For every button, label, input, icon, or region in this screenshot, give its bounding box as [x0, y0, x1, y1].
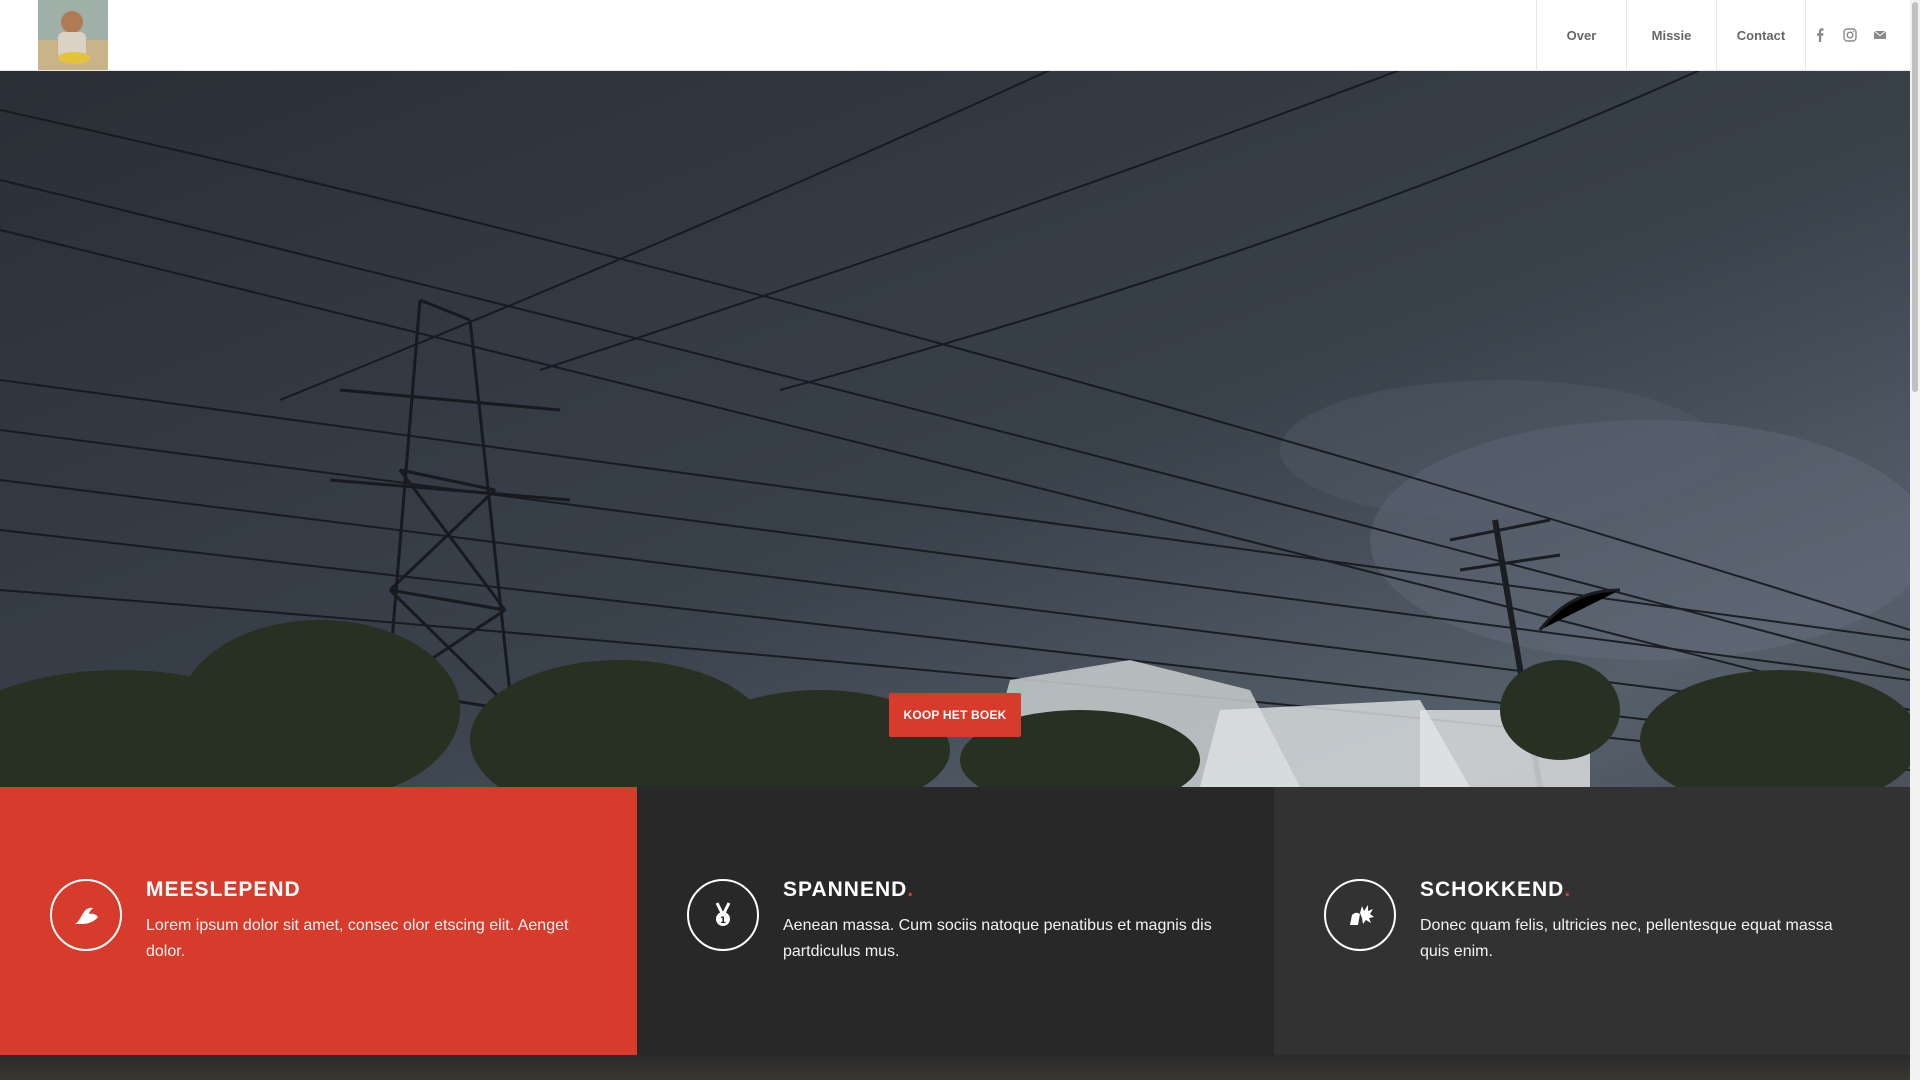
feature-title: SCHOKKEND.: [1420, 878, 1572, 901]
facebook-icon[interactable]: [1810, 25, 1830, 45]
logo-image: [38, 0, 108, 70]
feature-text: Aenean massa. Cum sociis natoque penatib…: [783, 917, 1212, 960]
hero-background-image: [0, 70, 1910, 787]
nav-item-contact[interactable]: Contact: [1716, 0, 1806, 70]
nav-item-over[interactable]: Over: [1536, 0, 1626, 70]
site-logo[interactable]: [38, 0, 108, 70]
feature-text: Donec quam felis, ultricies nec, pellent…: [1420, 917, 1833, 960]
feature-text: Lorem ipsum dolor sit amet, consec olor …: [146, 917, 569, 960]
hero-banner: KOOP HET BOEK: [0, 70, 1910, 787]
buy-book-button[interactable]: KOOP HET BOEK: [889, 693, 1021, 737]
main-nav: Over Missie Contact: [1536, 0, 1806, 70]
page-scrollbar[interactable]: [1910, 0, 1920, 1080]
feature-columns: MEESLEPEND Lorem ipsum dolor sit amet, c…: [0, 787, 1910, 1055]
medal-icon: 1: [687, 879, 759, 951]
svg-text:1: 1: [720, 916, 726, 926]
mail-icon[interactable]: [1870, 25, 1890, 45]
next-section-strip: [0, 1055, 1910, 1080]
site-header: Over Missie Contact: [0, 0, 1910, 71]
feature-spannend: 1 SPANNEND. Aenean massa. Cum sociis nat…: [637, 787, 1274, 1055]
social-links: [1810, 0, 1890, 70]
explosion-icon: [1324, 879, 1396, 951]
scrollbar-thumb[interactable]: [1912, 2, 1918, 392]
feature-title: MEESLEPEND: [146, 878, 301, 901]
flexed-arm-icon: [50, 879, 122, 951]
feature-meeslepend: MEESLEPEND Lorem ipsum dolor sit amet, c…: [0, 787, 637, 1055]
instagram-icon[interactable]: [1840, 25, 1860, 45]
nav-item-missie[interactable]: Missie: [1626, 0, 1716, 70]
feature-schokkend: SCHOKKEND. Donec quam felis, ultricies n…: [1274, 787, 1910, 1055]
feature-title: SPANNEND.: [783, 878, 915, 901]
